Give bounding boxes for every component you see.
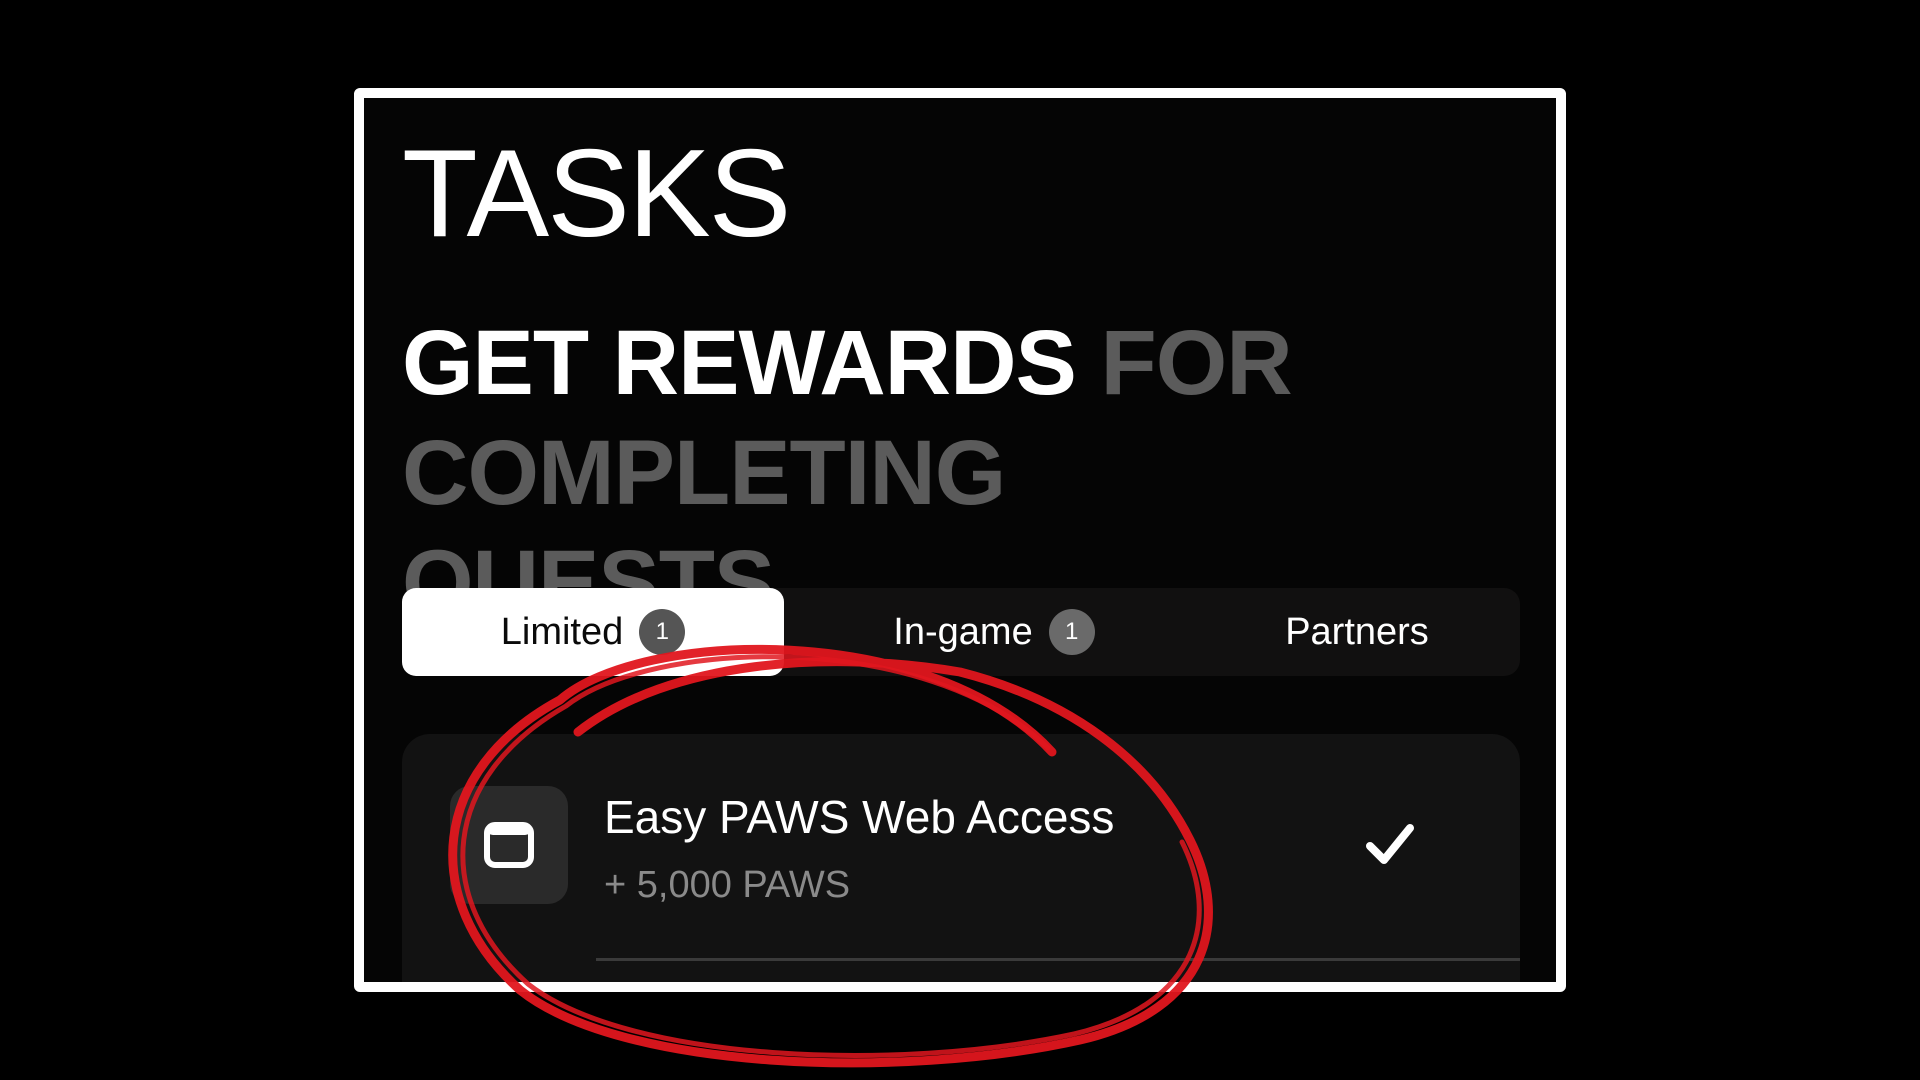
- tab-label: Partners: [1285, 610, 1429, 653]
- browser-window-icon: [484, 822, 534, 868]
- subtitle-highlight: GET REWARDS: [402, 312, 1077, 414]
- app-screenshot-frame: TASKS GET REWARDS FOR COMPLETING QUESTS …: [354, 88, 1566, 992]
- tab-partners[interactable]: Partners: [1194, 588, 1520, 676]
- count-badge: 1: [639, 609, 686, 655]
- task-item[interactable]: Easy PAWS Web Access + 5,000 PAWS: [402, 734, 1520, 982]
- tab-label: In-game: [893, 610, 1033, 653]
- checkmark-icon: [1366, 824, 1414, 864]
- count-badge: 1: [1048, 609, 1095, 655]
- task-divider: [596, 958, 1520, 961]
- tab-in-game[interactable]: In-game 1: [794, 588, 1194, 676]
- tab-label: Limited: [500, 610, 624, 653]
- tasks-screen: TASKS GET REWARDS FOR COMPLETING QUESTS …: [364, 98, 1556, 982]
- page-title: TASKS: [402, 125, 791, 263]
- tab-limited[interactable]: Limited 1: [402, 588, 784, 676]
- task-reward: + 5,000 PAWS: [604, 864, 851, 906]
- task-icon-tile: [450, 786, 568, 904]
- task-category-tabs: Limited 1 In-game 1 Partners: [402, 588, 1520, 676]
- task-title: Easy PAWS Web Access: [604, 791, 1115, 843]
